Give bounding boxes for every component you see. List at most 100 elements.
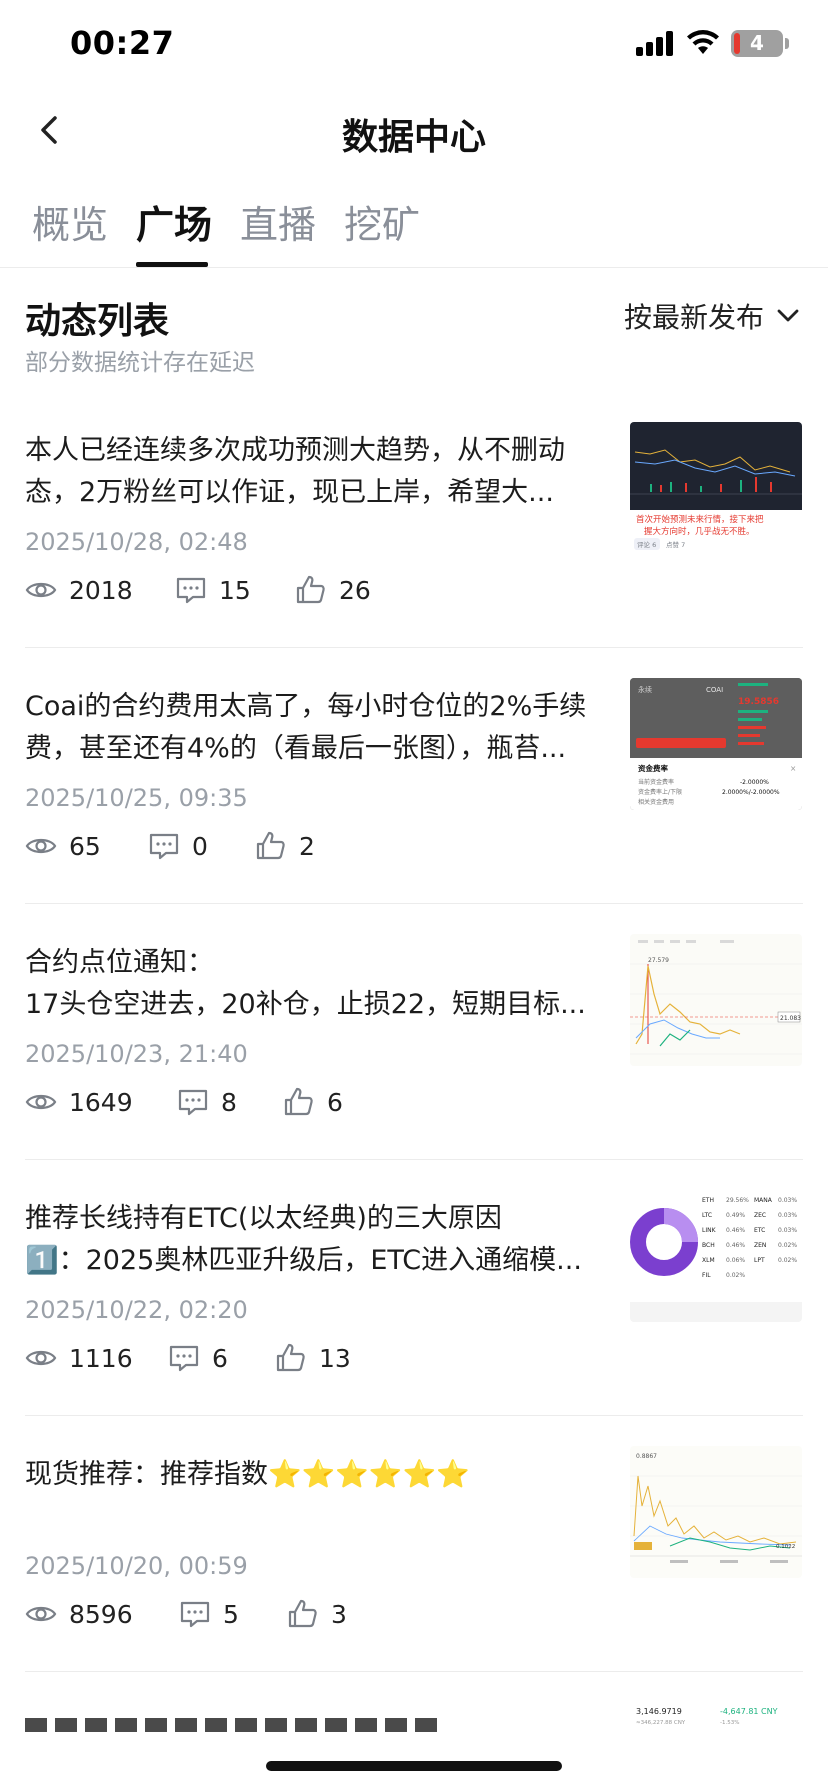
comments-stat[interactable]: 15	[175, 570, 251, 610]
thumbnail-row-value: -2.0000%	[740, 779, 769, 786]
thumbnail-label: 永续	[638, 685, 652, 694]
views-count: 1116	[69, 1343, 133, 1373]
eye-icon	[25, 582, 57, 598]
svg-text:×: ×	[790, 764, 796, 773]
thumbs-up-icon	[284, 1087, 313, 1116]
eye-icon	[25, 1094, 57, 1110]
coin-percent: 0.03%	[778, 1212, 797, 1219]
comments-count: 6	[212, 1343, 228, 1373]
post-item[interactable]: Coai的合约费用太高了，每小时仓位的2%手续 费，甚至还有4%的（看最后一张图…	[0, 648, 828, 904]
coin-symbol: MANA	[754, 1197, 773, 1204]
funding-rate-thumbnail-image: 永续 COAI 19.5856 资金费率 × 当前资金费率 -2.0000% 资…	[630, 678, 802, 810]
post-item[interactable]: 合约点位通知： 17头仓空进去，20补仓，止损22，短期目标... 2025/1…	[0, 904, 828, 1160]
thumbnail-tag: 评论 6	[637, 540, 656, 549]
thumbnail-row-label: 资金费率上/下限	[638, 788, 682, 796]
battery-level: 4	[750, 31, 764, 55]
coin-symbol: XLM	[702, 1257, 715, 1264]
likes-stat[interactable]: 2	[255, 826, 315, 866]
spot-chart-thumbnail-image: 0.8867 0.1022	[630, 1453, 802, 1563]
tab-bar: 概览 广场 直播 挖矿	[0, 190, 828, 268]
tab-mining[interactable]: 挖矿	[344, 194, 420, 249]
eye-icon	[25, 1350, 57, 1366]
comments-stat[interactable]: 5	[179, 1594, 239, 1634]
comments-stat[interactable]: 6	[168, 1338, 228, 1378]
post-text: 现货推荐：推荐指数⭐⭐⭐⭐⭐⭐	[25, 1454, 610, 1538]
post-thumbnail[interactable]: 27.579 21.083	[630, 934, 802, 1066]
post-thumbnail[interactable]: 3,146.9719 -4,647.81 CNY ≈346,227.88 CNY…	[630, 1702, 802, 1752]
thumbnail-row-label: 相关资金费用	[638, 798, 674, 806]
comments-stat[interactable]: 8	[177, 1082, 237, 1122]
post-date: 2025/10/25, 09:35	[25, 784, 248, 812]
section-title: 动态列表	[25, 301, 170, 342]
asset-thumbnail-image: 3,146.9719 -4,647.81 CNY ≈346,227.88 CNY…	[636, 1707, 778, 1726]
likes-stat[interactable]: 3	[287, 1594, 347, 1634]
coin-percent: 0.03%	[778, 1227, 797, 1234]
post-item[interactable]: 3,146.9719 -4,647.81 CNY ≈346,227.88 CNY…	[0, 1672, 828, 1752]
post-thumbnail[interactable]: 永续 COAI 19.5856 资金费率 × 当前资金费率 -2.0000% 资…	[630, 678, 802, 810]
post-text-line: 费，甚至还有4%的（看最后一张图），瓶苔...	[25, 733, 567, 764]
battery-tip	[785, 38, 789, 49]
thumbnail-row-value: 2.0000%/-2.0000%	[722, 789, 780, 796]
post-text-line: 合约点位通知：	[25, 947, 214, 978]
chart-thumbnail-image: 首次开始预测未来行情，接下来把 握大方向时，几乎战无不胜。 评论 6 点赞 7	[630, 422, 802, 550]
active-tab-indicator	[136, 262, 208, 267]
comments-stat[interactable]: 0	[148, 826, 208, 866]
post-text: 本人已经连续多次成功预测大趋势，从不删动 态，2万粉丝可以作证，现已上岸，希望大…	[25, 430, 610, 514]
thumbnail-sub: ≈346,227.88 CNY	[636, 1720, 686, 1726]
coin-symbol: ETC	[754, 1227, 765, 1234]
tab-square[interactable]: 广场	[136, 194, 212, 249]
sort-dropdown[interactable]: 按最新发布	[624, 296, 802, 336]
comments-count: 0	[192, 831, 208, 861]
thumbnail-label: COAI	[706, 686, 723, 694]
views-stat: 8596	[25, 1594, 133, 1634]
post-item[interactable]: 现货推荐：推荐指数⭐⭐⭐⭐⭐⭐ 2025/10/20, 00:59 8596 5…	[0, 1416, 828, 1672]
thumbnail-caption: 握大方向时，几乎战无不胜。	[644, 526, 755, 537]
coin-symbol: ETH	[702, 1197, 714, 1204]
views-stat: 1649	[25, 1082, 133, 1122]
thumbnail-high: 27.579	[648, 957, 669, 964]
thumbs-up-icon	[276, 1343, 305, 1372]
coin-symbol: ZEC	[754, 1212, 766, 1219]
post-text-cutoff	[25, 1718, 605, 1732]
comments-count: 5	[223, 1599, 239, 1629]
thumbnail-sub: -1.53%	[720, 1720, 739, 1726]
post-text-line: 1️⃣：2025奥林匹亚升级后，ETC进入通缩模...	[25, 1245, 582, 1276]
coin-percent: 0.02%	[726, 1272, 745, 1279]
post-item[interactable]: 推荐长线持有ETC(以太经典)的三大原因 1️⃣：2025奥林匹亚升级后，ETC…	[0, 1160, 828, 1416]
coin-percent: 0.46%	[726, 1227, 745, 1234]
status-time: 00:27	[70, 24, 175, 62]
section-subtitle: 部分数据统计存在延迟	[25, 350, 255, 376]
coin-percent: 0.02%	[778, 1242, 797, 1249]
likes-count: 3	[331, 1599, 347, 1629]
thumbnail-last: 21.083	[780, 1015, 801, 1022]
post-thumbnail[interactable]: 首次开始预测未来行情，接下来把 握大方向时，几乎战无不胜。 评论 6 点赞 7	[630, 422, 802, 554]
views-stat: 65	[25, 826, 101, 866]
post-thumbnail[interactable]: ETH 29.56% LTC 0.49% LINK 0.46% BCH 0.46% XLM 0.0…	[630, 1190, 802, 1322]
eye-icon	[25, 838, 57, 854]
thumbs-up-icon	[296, 575, 325, 604]
coin-symbol: ZEN	[754, 1242, 766, 1249]
likes-stat[interactable]: 6	[283, 1082, 343, 1122]
post-thumbnail[interactable]: 0.8867 0.1022	[630, 1446, 802, 1578]
likes-count: 13	[319, 1343, 351, 1373]
coin-symbol: BCH	[702, 1242, 715, 1249]
views-stat: 1116	[25, 1338, 133, 1378]
tab-live[interactable]: 直播	[240, 194, 316, 249]
coin-symbol: LINK	[702, 1227, 717, 1234]
likes-stat[interactable]: 13	[275, 1338, 351, 1378]
comment-icon	[180, 1601, 210, 1628]
post-date: 2025/10/20, 00:59	[25, 1552, 248, 1580]
likes-count: 26	[339, 575, 371, 605]
sort-label: 按最新发布	[624, 301, 765, 334]
comment-icon	[176, 577, 206, 604]
likes-stat[interactable]: 26	[295, 570, 371, 610]
coin-percent: 29.56%	[726, 1197, 749, 1204]
post-text-line: 推荐长线持有ETC(以太经典)的三大原因	[25, 1203, 502, 1234]
page-title: 数据中心	[341, 117, 486, 158]
post-item[interactable]: 本人已经连续多次成功预测大趋势，从不删动 态，2万粉丝可以作证，现已上岸，希望大…	[0, 392, 828, 648]
views-count: 1649	[69, 1087, 133, 1117]
home-indicator	[266, 1761, 562, 1771]
coin-symbol: FIL	[702, 1272, 711, 1279]
comment-icon	[149, 833, 179, 860]
tab-overview[interactable]: 概览	[32, 194, 108, 249]
